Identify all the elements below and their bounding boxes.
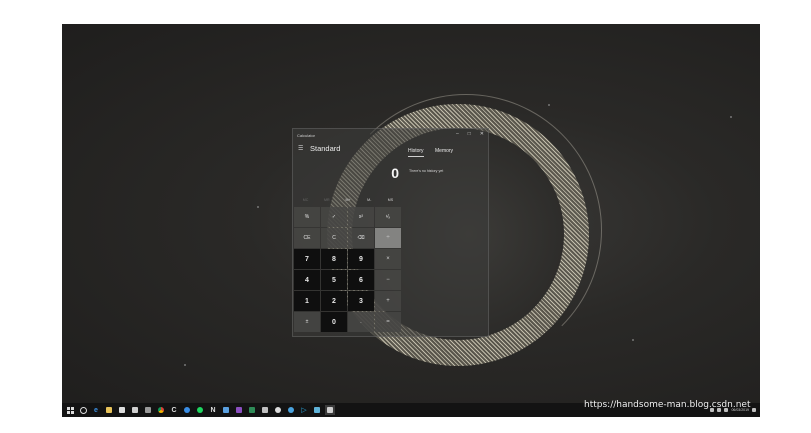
windows-icon[interactable] <box>65 405 75 415</box>
memory-row: MC MR M+ M- MS <box>295 198 401 202</box>
backspace-button[interactable]: ⌫ <box>348 228 374 248</box>
clear-button[interactable]: C <box>321 228 347 248</box>
cortana-icon[interactable] <box>78 405 88 415</box>
history-empty-message: There's no history yet <box>409 169 444 173</box>
browser-icon[interactable] <box>286 405 296 415</box>
reciprocal-button[interactable]: ¹⁄ₓ <box>375 207 401 227</box>
digit-3-button[interactable]: 3 <box>348 291 374 311</box>
onenote-icon[interactable] <box>234 405 244 415</box>
wallpaper-speck <box>257 206 259 208</box>
digit-6-button[interactable]: 6 <box>348 270 374 290</box>
memory-recall-button[interactable]: MR <box>316 198 337 202</box>
calculator-icon[interactable] <box>325 405 335 415</box>
notification-icon[interactable] <box>752 408 756 412</box>
digit-8-button[interactable]: 8 <box>321 249 347 269</box>
cortana-circle-icon[interactable]: C <box>169 405 179 415</box>
wallpaper-speck <box>632 339 634 341</box>
keypad: % ✓ x² ¹⁄ₓ CE C ⌫ ÷ 7 8 9 × 4 5 6 − 1 2 … <box>293 207 402 335</box>
maximize-button[interactable]: □ <box>468 131 471 137</box>
clear-entry-button[interactable]: CE <box>294 228 320 248</box>
digit-2-button[interactable]: 2 <box>321 291 347 311</box>
result-display: 0 <box>391 165 399 181</box>
chrome-icon[interactable] <box>156 405 166 415</box>
app-icon[interactable] <box>260 405 270 415</box>
mail-icon[interactable] <box>130 405 140 415</box>
edge-icon[interactable]: e <box>91 405 101 415</box>
media-icon[interactable]: ▷ <box>299 405 309 415</box>
watermark-text: https://handsome-man.blog.csdn.net <box>584 400 751 410</box>
title-bar[interactable]: Calculator – □ ✕ <box>293 129 488 141</box>
digit-0-button[interactable]: 0 <box>321 312 347 332</box>
percent-button[interactable]: % <box>294 207 320 227</box>
multiply-button[interactable]: × <box>375 249 401 269</box>
photo-viewer-icon[interactable] <box>221 405 231 415</box>
equals-button[interactable]: = <box>375 312 401 332</box>
memory-store-button[interactable]: MS <box>380 198 401 202</box>
calculator-header: ☰ Standard History Memory <box>293 143 488 157</box>
wallpaper-speck <box>730 116 732 118</box>
digit-7-button[interactable]: 7 <box>294 249 320 269</box>
tab-memory[interactable]: Memory <box>435 148 453 154</box>
photos-icon[interactable] <box>143 405 153 415</box>
wallpaper-speck <box>548 104 550 106</box>
square-root-button[interactable]: ✓ <box>321 207 347 227</box>
minimize-button[interactable]: – <box>456 131 459 137</box>
app2-icon[interactable] <box>312 405 322 415</box>
memory-subtract-button[interactable]: M- <box>359 198 380 202</box>
calculator-window: Calculator – □ ✕ ☰ Standard History Memo… <box>292 128 489 337</box>
notion-icon[interactable]: N <box>208 405 218 415</box>
decimal-button[interactable]: . <box>348 312 374 332</box>
mode-title: Standard <box>310 144 341 153</box>
divide-button[interactable]: ÷ <box>375 228 401 248</box>
file-explorer-icon[interactable] <box>104 405 114 415</box>
wallpaper-speck <box>184 364 186 366</box>
spotify-icon[interactable] <box>195 405 205 415</box>
app-title: Calculator <box>297 133 316 138</box>
hamburger-menu-icon[interactable]: ☰ <box>298 145 303 152</box>
app-blue-icon[interactable] <box>182 405 192 415</box>
subtract-button[interactable]: − <box>375 270 401 290</box>
digit-9-button[interactable]: 9 <box>348 249 374 269</box>
close-button[interactable]: ✕ <box>480 131 484 137</box>
square-button[interactable]: x² <box>348 207 374 227</box>
digit-5-button[interactable]: 5 <box>321 270 347 290</box>
tab-history[interactable]: History <box>408 148 424 157</box>
excel-icon[interactable] <box>247 405 257 415</box>
memory-clear-button[interactable]: MC <box>295 198 316 202</box>
negate-button[interactable]: ± <box>294 312 320 332</box>
add-button[interactable]: + <box>375 291 401 311</box>
digit-4-button[interactable]: 4 <box>294 270 320 290</box>
xbox-icon[interactable] <box>273 405 283 415</box>
digit-1-button[interactable]: 1 <box>294 291 320 311</box>
store-icon[interactable] <box>117 405 127 415</box>
memory-add-button[interactable]: M+ <box>338 198 359 202</box>
